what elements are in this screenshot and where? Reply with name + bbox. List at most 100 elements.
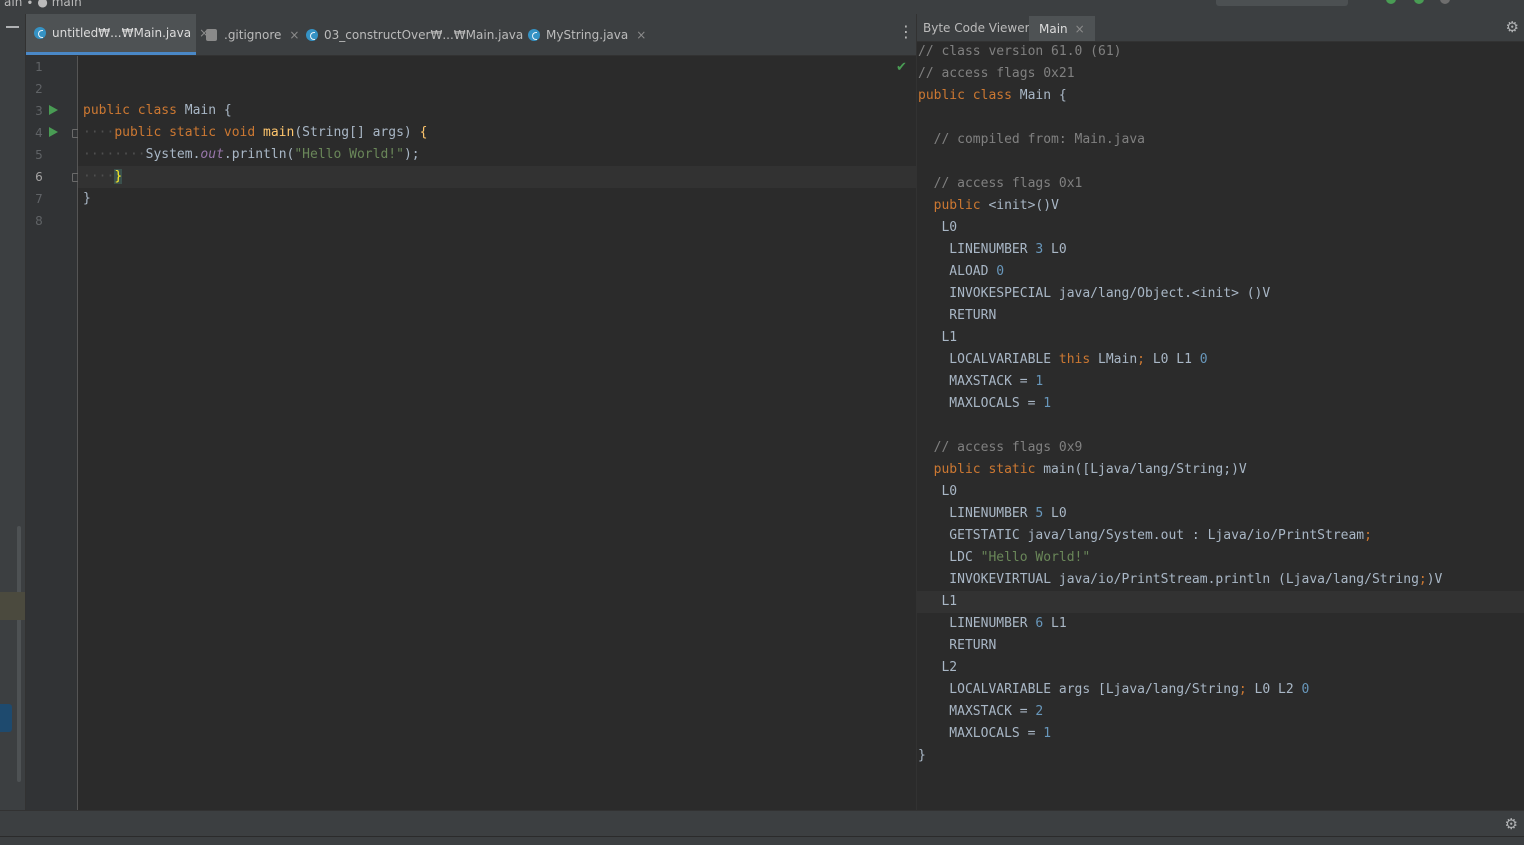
code-text: <init>()V bbox=[980, 198, 1059, 213]
run-icon[interactable] bbox=[1386, 0, 1396, 4]
bc-line: ALOAD 0 bbox=[918, 261, 1004, 283]
bc-line: LOCALVARIABLE args [Ljava/lang/String; L… bbox=[918, 679, 1309, 701]
keyword: public static bbox=[918, 462, 1036, 477]
tool-window-button[interactable] bbox=[0, 704, 12, 732]
no-problems-check-icon[interactable]: ✔ bbox=[896, 60, 907, 75]
java-class-icon bbox=[528, 28, 540, 41]
bc-line: MAXLOCALS = 1 bbox=[918, 393, 1051, 415]
bc-line: L0 bbox=[918, 220, 958, 235]
code-line-3: public class Main { bbox=[83, 100, 232, 122]
bc-line: INVOKESPECIAL java/lang/Object.<init> ()… bbox=[918, 286, 1271, 301]
number: 1 bbox=[1035, 374, 1044, 389]
code-text: Main { bbox=[176, 103, 232, 118]
gear-icon[interactable]: ⚙ bbox=[1505, 815, 1518, 833]
semicolon: ; bbox=[1137, 352, 1145, 367]
java-class-icon bbox=[306, 28, 318, 41]
tab-constructover-main-java[interactable]: 03_constructOver₩...₩Main.java × bbox=[298, 14, 541, 55]
keyword: public class bbox=[83, 103, 177, 118]
tab-main-bytecode[interactable]: Main × bbox=[1029, 16, 1095, 41]
close-tab-icon[interactable]: × bbox=[636, 28, 646, 42]
code-text: MAXSTACK = bbox=[918, 704, 1036, 719]
bc-line: L1 bbox=[918, 330, 958, 345]
tab-gitignore[interactable]: .gitignore × bbox=[198, 14, 299, 55]
tab-label: MyString.java bbox=[546, 27, 629, 42]
run-class-icon[interactable] bbox=[49, 105, 58, 115]
debug-icon[interactable] bbox=[1414, 0, 1424, 4]
code-text: LOCALVARIABLE args [Ljava/lang/String bbox=[918, 682, 1239, 697]
brace: { bbox=[419, 125, 428, 140]
tab-label: .gitignore bbox=[224, 27, 282, 42]
code-line-7: } bbox=[83, 191, 91, 206]
code-text: LOCALVARIABLE bbox=[918, 352, 1059, 367]
close-tab-icon[interactable]: × bbox=[1075, 22, 1085, 36]
bc-line: RETURN bbox=[918, 638, 997, 653]
bookmark-marker bbox=[0, 592, 25, 620]
scrollbar[interactable] bbox=[17, 526, 21, 782]
bottom-tool-bar: ⚙ bbox=[0, 810, 1524, 837]
number: 0 bbox=[996, 264, 1005, 279]
code-text: MAXSTACK = bbox=[918, 374, 1036, 389]
bc-line: L0 bbox=[918, 484, 958, 499]
bytecode-viewer-panel: Byte Code Viewer: Main × ⚙ // class vers… bbox=[916, 14, 1524, 810]
run-main-icon[interactable] bbox=[49, 127, 58, 137]
bc-line: // access flags 0x21 bbox=[918, 66, 1075, 81]
bc-line: public <init>()V bbox=[918, 195, 1059, 217]
code-text: GETSTATIC java/lang/System.out : Ljava/i… bbox=[918, 528, 1365, 543]
bc-line: LDC "Hello World!" bbox=[918, 547, 1090, 569]
number: 1 bbox=[1043, 726, 1052, 741]
tab-untitled-main-java[interactable]: untitled₩...₩Main.java × bbox=[26, 14, 209, 55]
whitespace: ···· bbox=[83, 169, 115, 184]
code-text: System. bbox=[145, 147, 201, 162]
code-line-5: ········System.out.println("Hello World!… bbox=[83, 144, 420, 166]
line-number: 1 bbox=[35, 60, 43, 74]
number: 0 bbox=[1199, 352, 1208, 367]
code-text: ); bbox=[403, 147, 420, 162]
code-line-6: ····} bbox=[83, 166, 123, 188]
gear-icon[interactable]: ⚙ bbox=[1506, 18, 1519, 36]
bc-line: } bbox=[918, 748, 926, 763]
tab-label: untitled₩...₩Main.java bbox=[52, 26, 192, 40]
tab-label: 03_constructOver₩...₩Main.java bbox=[324, 27, 524, 42]
semicolon: ; bbox=[1364, 528, 1372, 543]
java-class-icon bbox=[34, 27, 46, 39]
code-text: L0 bbox=[1043, 506, 1067, 521]
bytecode-viewer-header: Byte Code Viewer: Main × ⚙ bbox=[917, 14, 1524, 42]
code-editor[interactable]: public class Main { ····public static vo… bbox=[78, 56, 916, 810]
current-line-highlight bbox=[917, 591, 1524, 613]
code-text: (String[] args) bbox=[294, 125, 420, 140]
code-text: INVOKEVIRTUAL java/io/PrintStream.printl… bbox=[918, 572, 1419, 587]
ignore-file-icon bbox=[206, 28, 217, 41]
breadcrumb[interactable]: ain ∙ ● main bbox=[4, 0, 82, 9]
line-number: 8 bbox=[35, 214, 43, 228]
code-text: LINENUMBER bbox=[918, 242, 1036, 257]
string-literal: "Hello World!" bbox=[294, 147, 404, 162]
code-text: LINENUMBER bbox=[918, 506, 1036, 521]
bc-line: MAXSTACK = 1 bbox=[918, 371, 1043, 393]
keyword: this bbox=[1058, 352, 1091, 367]
bc-line: // compiled from: Main.java bbox=[918, 132, 1145, 147]
bc-line: // access flags 0x1 bbox=[918, 176, 1083, 191]
run-config-selector[interactable] bbox=[1216, 0, 1348, 6]
code-text: Main { bbox=[1011, 88, 1067, 103]
bc-line: GETSTATIC java/lang/System.out : Ljava/i… bbox=[918, 525, 1372, 547]
bc-line: L2 bbox=[918, 660, 958, 675]
code-text: LDC bbox=[918, 550, 981, 565]
bc-line: public static main([Ljava/lang/String;)V bbox=[918, 459, 1247, 481]
code-text: L0 L2 bbox=[1246, 682, 1302, 697]
bc-line: LINENUMBER 6 L1 bbox=[918, 613, 1066, 635]
bc-line: public class Main { bbox=[918, 85, 1067, 107]
panel-title: Byte Code Viewer: bbox=[923, 21, 1034, 35]
tab-menu-icon[interactable]: ⋮ bbox=[898, 22, 914, 41]
tab-mystring-java[interactable]: MyString.java × bbox=[520, 14, 646, 55]
coverage-icon[interactable] bbox=[1440, 0, 1450, 4]
whitespace: ········ bbox=[83, 147, 146, 162]
bc-line: MAXSTACK = 2 bbox=[918, 701, 1043, 723]
bc-line: L1 bbox=[918, 594, 958, 609]
line-number: 5 bbox=[35, 148, 43, 162]
collapse-icon[interactable] bbox=[6, 26, 19, 28]
code-text: main([Ljava/lang/String;)V bbox=[1035, 462, 1247, 477]
bc-line: // class version 61.0 (61) bbox=[918, 44, 1122, 59]
current-line-highlight bbox=[78, 166, 916, 188]
matched-brace: } bbox=[114, 169, 123, 184]
